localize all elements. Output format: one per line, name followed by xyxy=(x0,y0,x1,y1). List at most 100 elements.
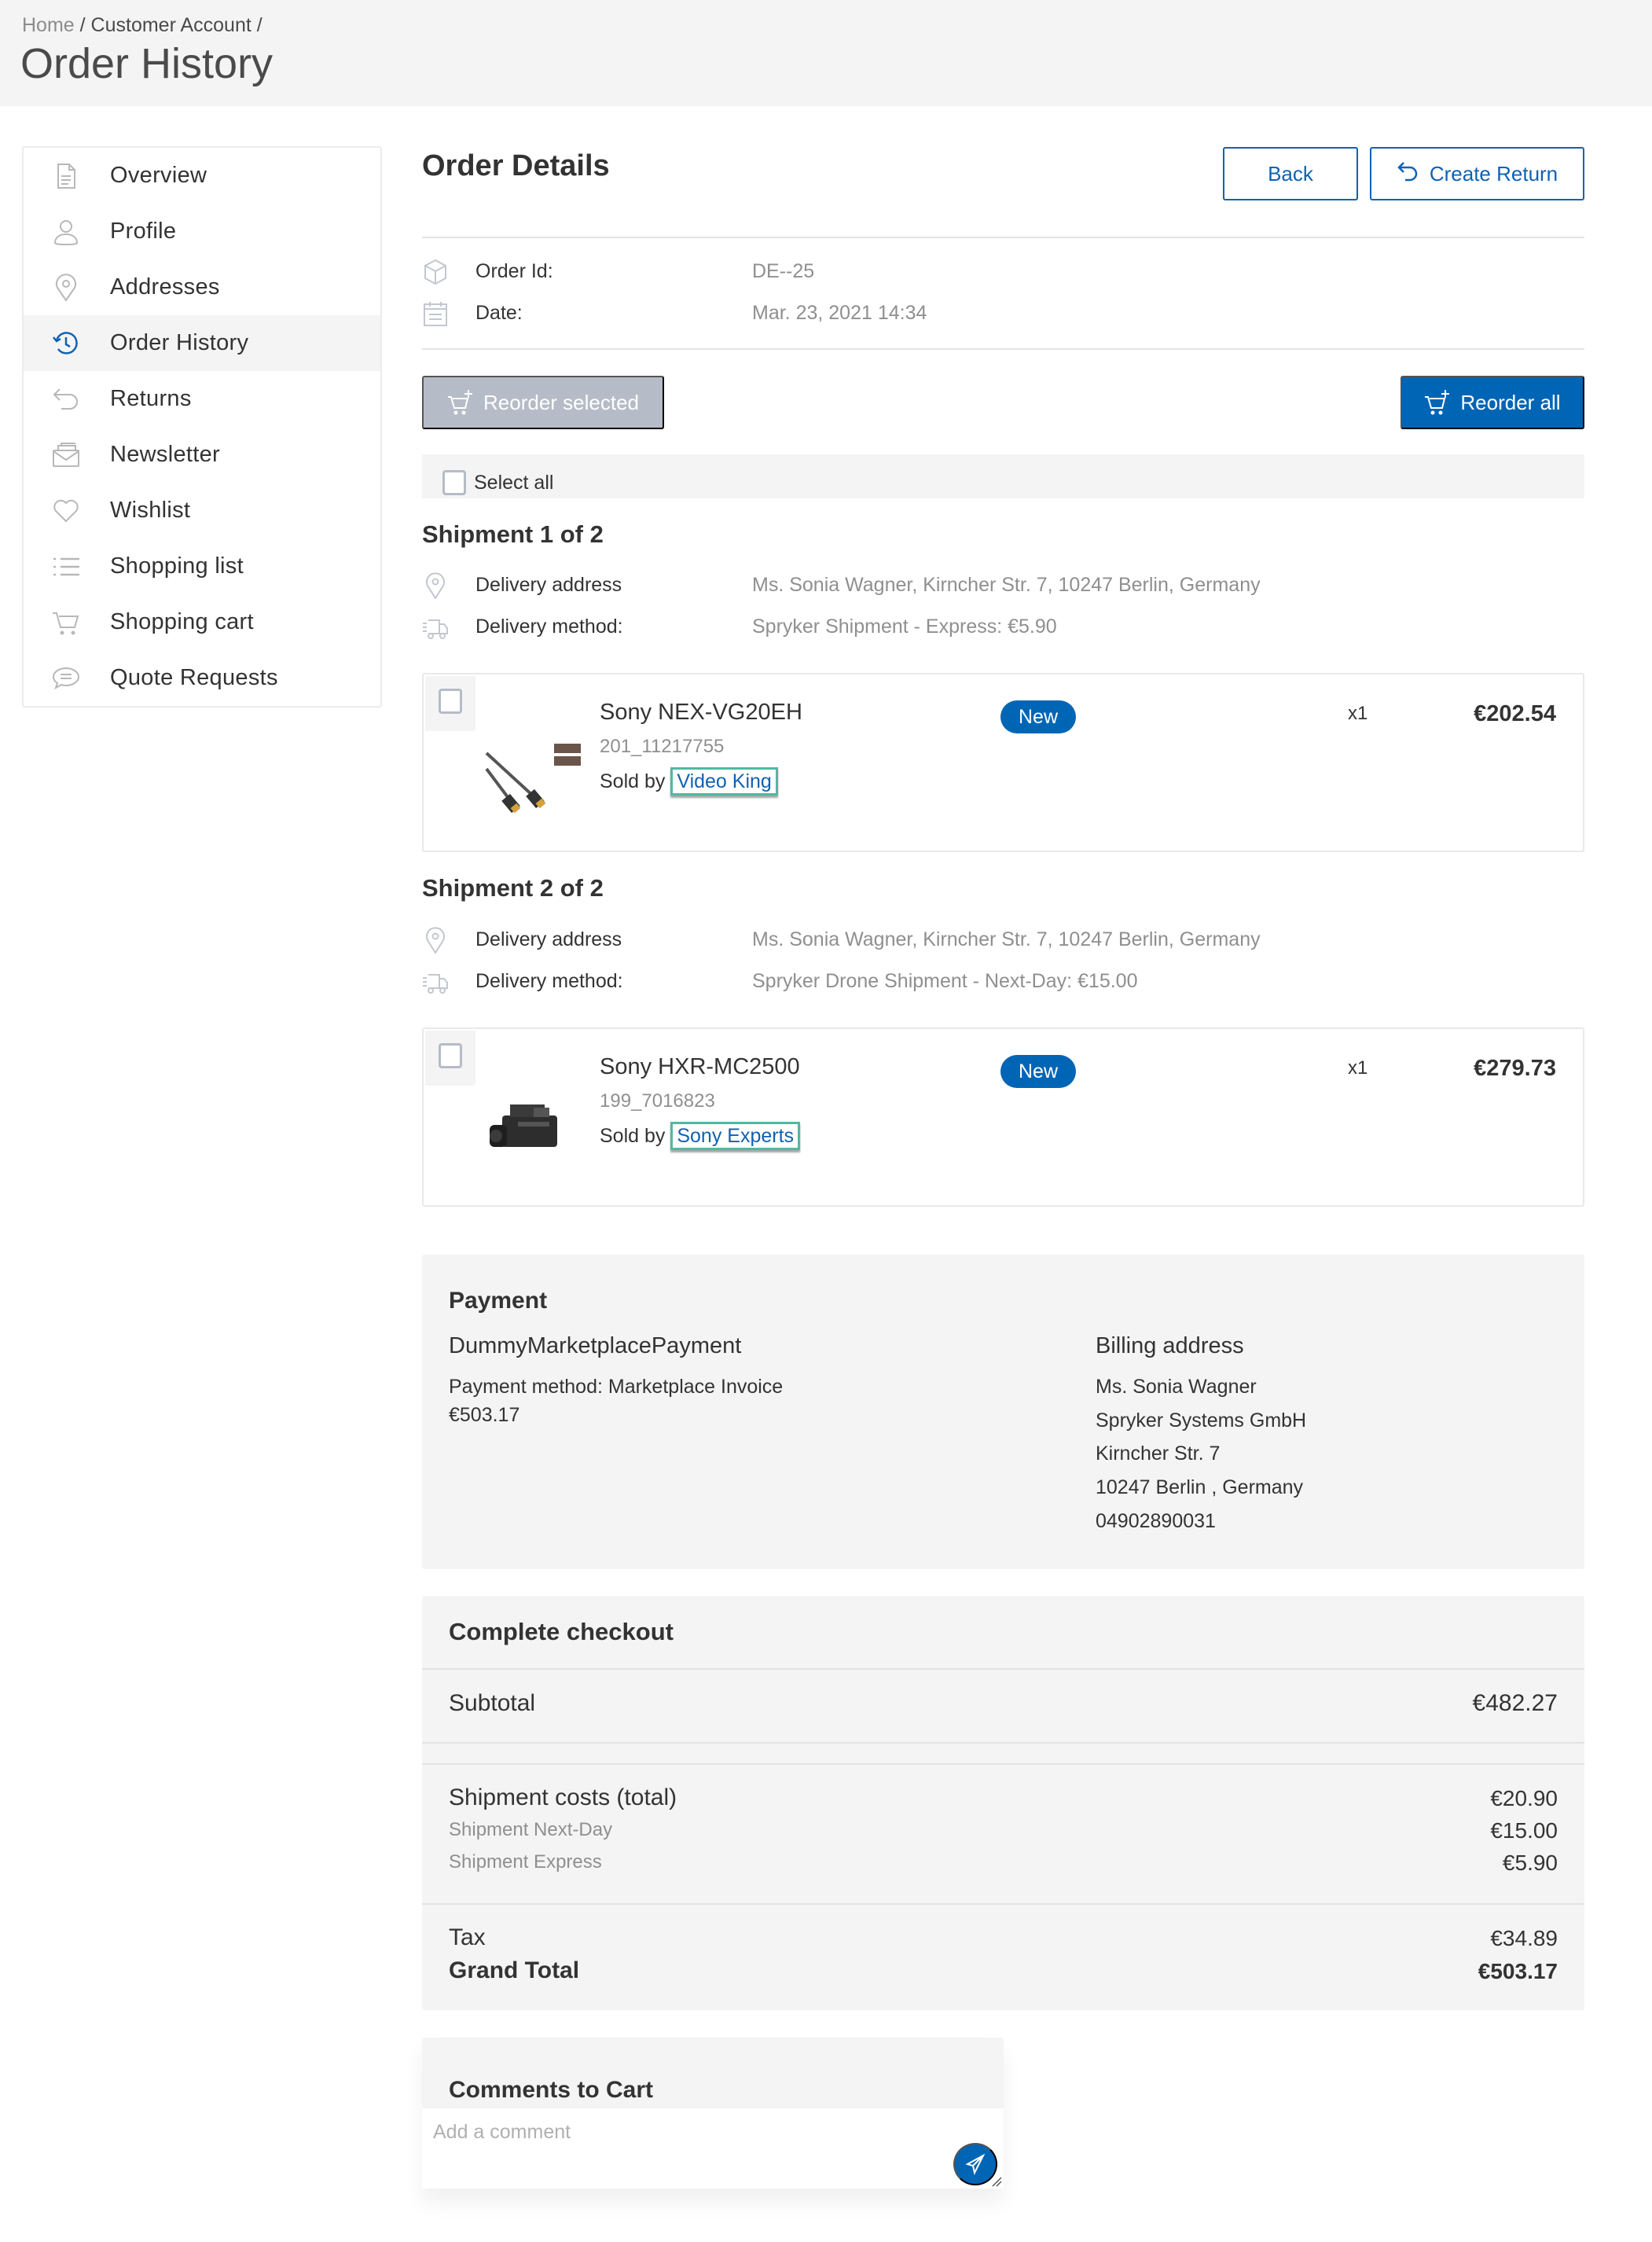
billing-address-line: Kirncher Str. 7 xyxy=(1096,1443,1221,1465)
sidebar-item-order-history[interactable]: Order History xyxy=(24,315,380,371)
sidebar-item-returns[interactable]: Returns xyxy=(24,371,380,427)
shipment-title: Shipment 1 of 2 xyxy=(422,520,604,548)
delivery-address-label: Delivery address xyxy=(475,574,622,596)
shipment-costs-value: €20.90 xyxy=(1490,1786,1558,1810)
sidebar-item-label: Returns xyxy=(110,386,192,411)
delivery-method-label: Delivery method: xyxy=(475,616,623,638)
sidebar-item-newsletter[interactable]: Newsletter xyxy=(24,427,380,483)
merchant-link[interactable]: Video King xyxy=(670,767,778,796)
comment-input[interactable] xyxy=(422,2108,1004,2189)
resize-handle-icon[interactable] xyxy=(991,2176,1002,2187)
sidebar-item-label: Overview xyxy=(110,163,207,188)
order-item-card: Sony HXR-MC2500 199_7016823 Sold by Sony… xyxy=(422,1027,1584,1207)
product-name[interactable]: Sony NEX-VG20EH xyxy=(600,700,802,726)
shipment-line-value: €5.90 xyxy=(1502,1851,1558,1875)
order-id-label: Order Id: xyxy=(475,260,553,282)
sold-by: Sold by Sony Experts xyxy=(600,1122,801,1150)
billing-address-line: 10247 Berlin , Germany xyxy=(1096,1476,1304,1498)
sidebar-item-wishlist[interactable]: Wishlist xyxy=(24,483,380,538)
reorder-selected-button[interactable]: Reorder selected xyxy=(422,376,664,429)
sold-by-label: Sold by xyxy=(600,1125,666,1147)
back-button-label: Back xyxy=(1268,161,1313,186)
delivery-method-row: Delivery method: Spryker Shipment - Expr… xyxy=(422,612,1584,644)
return-arrow-icon xyxy=(1397,162,1418,182)
shipment-line-label: Shipment Next-Day xyxy=(449,1819,613,1840)
shipment-title: Shipment 2 of 2 xyxy=(422,874,604,902)
divider xyxy=(422,237,1584,238)
reorder-all-button[interactable]: Reorder all xyxy=(1401,376,1584,429)
payment-method: Payment method: Marketplace Invoice xyxy=(449,1376,784,1398)
breadcrumb-customer-account[interactable]: Customer Account xyxy=(91,14,251,36)
sidebar-item-overview[interactable]: Overview xyxy=(24,148,380,204)
select-all-label[interactable]: Select all xyxy=(474,472,553,494)
sidebar-item-quote-requests[interactable]: Quote Requests xyxy=(24,650,380,706)
delivery-method-value: Spryker Shipment - Express: €5.90 xyxy=(752,616,1057,638)
sidebar-item-label: Shopping list xyxy=(110,553,244,579)
select-all-checkbox[interactable] xyxy=(442,470,466,495)
billing-address-line: Ms. Sonia Wagner xyxy=(1096,1376,1257,1398)
shipment-line-value: €15.00 xyxy=(1490,1818,1558,1843)
breadcrumb: Home / Customer Account / xyxy=(22,14,262,37)
heart-icon xyxy=(53,499,79,523)
item-checkbox-wrap xyxy=(425,676,475,731)
list-icon xyxy=(53,557,79,576)
sidebar-item-addresses[interactable]: Addresses xyxy=(24,259,380,315)
truck-icon xyxy=(423,974,448,994)
document-icon xyxy=(57,164,75,189)
sidebar-item-label: Newsletter xyxy=(110,442,220,467)
sidebar-item-label: Profile xyxy=(110,219,177,244)
shipment-costs-label: Shipment costs (total) xyxy=(449,1784,677,1810)
billing-address-title: Billing address xyxy=(1096,1333,1244,1358)
billing-address-line: Spryker Systems GmbH xyxy=(1096,1410,1307,1432)
merchant-link[interactable]: Sony Experts xyxy=(670,1122,801,1150)
order-date-label: Date: xyxy=(475,302,523,324)
back-button[interactable]: Back xyxy=(1223,147,1358,200)
order-id-row: Order Id: DE--25 xyxy=(422,257,1584,289)
breadcrumb-separator: / xyxy=(79,14,86,36)
divider xyxy=(422,348,1584,350)
delivery-address-label: Delivery address xyxy=(475,928,622,950)
product-name[interactable]: Sony HXR-MC2500 xyxy=(600,1054,800,1080)
cart-plus-icon xyxy=(448,390,472,415)
tax-value: €34.89 xyxy=(1490,1926,1558,1950)
calendar-icon xyxy=(424,302,447,326)
order-date-row: Date: Mar. 23, 2021 14:34 xyxy=(422,299,1584,330)
summary-title: Complete checkout xyxy=(449,1618,674,1645)
package-icon xyxy=(424,259,446,285)
order-item-card: Sony NEX-VG20EH 201_11217755 Sold by Vid… xyxy=(422,673,1584,852)
delivery-address-value: Ms. Sonia Wagner, Kirncher Str. 7, 10247… xyxy=(752,928,1261,950)
payment-amount: €503.17 xyxy=(449,1404,520,1426)
create-return-label: Create Return xyxy=(1429,161,1558,186)
sold-by: Sold by Video King xyxy=(600,767,778,796)
select-all-bar: Select all xyxy=(422,454,1584,498)
sidebar-item-profile[interactable]: Profile xyxy=(24,204,380,259)
grand-total-value: €503.17 xyxy=(1478,1959,1558,1983)
order-summary-panel: Complete checkout Subtotal €482.27 Shipm… xyxy=(422,1596,1584,2010)
history-icon xyxy=(53,332,78,355)
cart-comments-panel: Comments to Cart xyxy=(422,2038,1004,2189)
sidebar-item-shopping-cart[interactable]: Shopping cart xyxy=(24,594,380,650)
map-pin-icon xyxy=(426,927,445,954)
item-quantity: x1 xyxy=(1348,703,1368,724)
item-checkbox[interactable] xyxy=(439,689,462,714)
item-quantity: x1 xyxy=(1348,1057,1368,1079)
divider xyxy=(422,1668,1584,1670)
breadcrumb-separator: / xyxy=(256,14,262,36)
order-date-value: Mar. 23, 2021 14:34 xyxy=(752,302,927,324)
delivery-address-row: Delivery address Ms. Sonia Wagner, Kirnc… xyxy=(422,571,1584,602)
breadcrumb-home[interactable]: Home xyxy=(22,14,75,36)
item-checkbox[interactable] xyxy=(439,1043,462,1068)
create-return-button[interactable]: Create Return xyxy=(1370,147,1584,200)
map-pin-icon xyxy=(56,274,76,302)
truck-icon xyxy=(423,619,448,639)
tax-label: Tax xyxy=(449,1924,486,1950)
chat-bubble-icon xyxy=(52,667,80,690)
delivery-address-row: Delivery address Ms. Sonia Wagner, Kirnc… xyxy=(422,925,1584,957)
sidebar-item-label: Quote Requests xyxy=(110,665,278,690)
grand-total-label: Grand Total xyxy=(449,1957,580,1983)
sidebar-item-shopping-list[interactable]: Shopping list xyxy=(24,538,380,594)
item-checkbox-wrap xyxy=(425,1031,475,1086)
sidebar-item-label: Wishlist xyxy=(110,498,191,523)
map-pin-icon xyxy=(426,572,445,599)
product-sku: 201_11217755 xyxy=(600,736,725,757)
